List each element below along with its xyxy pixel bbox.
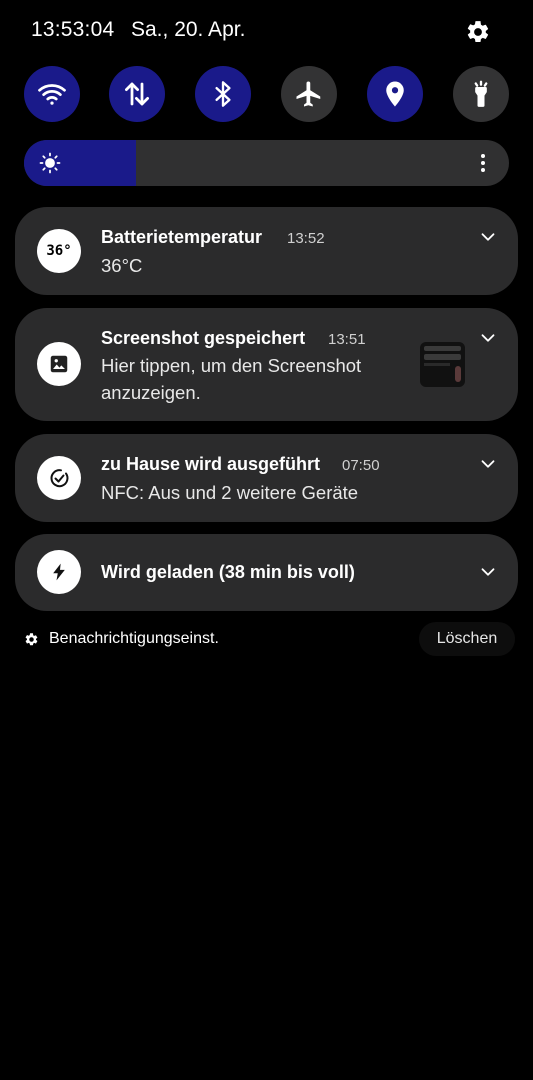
bluetooth-toggle[interactable] <box>195 66 251 122</box>
gear-icon <box>467 21 489 43</box>
notification-time: 07:50 <box>342 457 380 474</box>
screenshot-thumbnail[interactable] <box>420 342 465 387</box>
chevron-down-icon[interactable] <box>477 226 499 248</box>
airplane-icon <box>296 81 321 107</box>
notification-title: Screenshot gespeichert <box>101 328 306 348</box>
thermometer-36-icon: 36° <box>37 229 81 273</box>
clear-all-button[interactable]: Löschen <box>419 622 515 656</box>
notification-settings-link[interactable]: Benachrichtigungseinst. <box>24 628 219 650</box>
lightning-bolt-icon <box>37 550 81 594</box>
notification-battery-temperature[interactable]: 36° Batterietemperatur 13:52 36°C <box>15 207 518 295</box>
notification-body: NFC: Aus und 2 weitere Geräte <box>101 482 359 503</box>
flashlight-icon <box>474 80 488 107</box>
notification-time: 13:51 <box>328 331 366 348</box>
status-header: 13:53:04 Sa., 20. Apr. <box>0 0 533 64</box>
notification-body: 36°C <box>101 255 143 276</box>
notification-routine-running[interactable]: zu Hause wird ausgeführt 07:50 NFC: Aus … <box>15 434 518 522</box>
image-icon <box>37 342 81 386</box>
location-pin-icon <box>386 81 404 107</box>
notification-time: 13:52 <box>287 230 325 247</box>
wifi-icon <box>38 84 66 105</box>
chevron-down-icon[interactable] <box>477 453 499 475</box>
data-transfer-icon <box>125 82 149 106</box>
mobile-data-toggle[interactable] <box>109 66 165 122</box>
notification-charging[interactable]: Wird geladen (38 min bis voll) <box>15 534 518 611</box>
notification-settings-label: Benachrichtigungseinst. <box>49 630 219 647</box>
notification-title: zu Hause wird ausgeführt <box>101 454 321 474</box>
notification-body: Hier tippen, um den Screenshot anzuzeige… <box>101 355 362 403</box>
settings-button[interactable] <box>462 16 494 48</box>
bluetooth-icon <box>215 81 231 107</box>
routine-check-icon <box>37 456 81 500</box>
chevron-down-icon[interactable] <box>477 327 499 349</box>
gear-icon <box>25 632 38 645</box>
notification-screenshot-saved[interactable]: Screenshot gespeichert 13:51 Hier tippen… <box>15 308 518 421</box>
flashlight-toggle[interactable] <box>453 66 509 122</box>
sun-icon <box>39 152 61 174</box>
airplane-toggle[interactable] <box>281 66 337 122</box>
wifi-toggle[interactable] <box>24 66 80 122</box>
brightness-slider[interactable] <box>24 140 509 186</box>
location-toggle[interactable] <box>367 66 423 122</box>
date-label[interactable]: Sa., 20. Apr. <box>131 18 245 42</box>
clock-time: 13:53:04 <box>31 18 115 41</box>
more-options-icon[interactable] <box>471 151 495 175</box>
icon-temperature-text: 36° <box>46 243 72 259</box>
notification-title: Wird geladen (38 min bis voll) <box>101 562 355 582</box>
chevron-down-icon[interactable] <box>477 561 499 583</box>
quick-settings-row <box>0 64 533 122</box>
notification-title: Batterietemperatur <box>101 227 263 247</box>
